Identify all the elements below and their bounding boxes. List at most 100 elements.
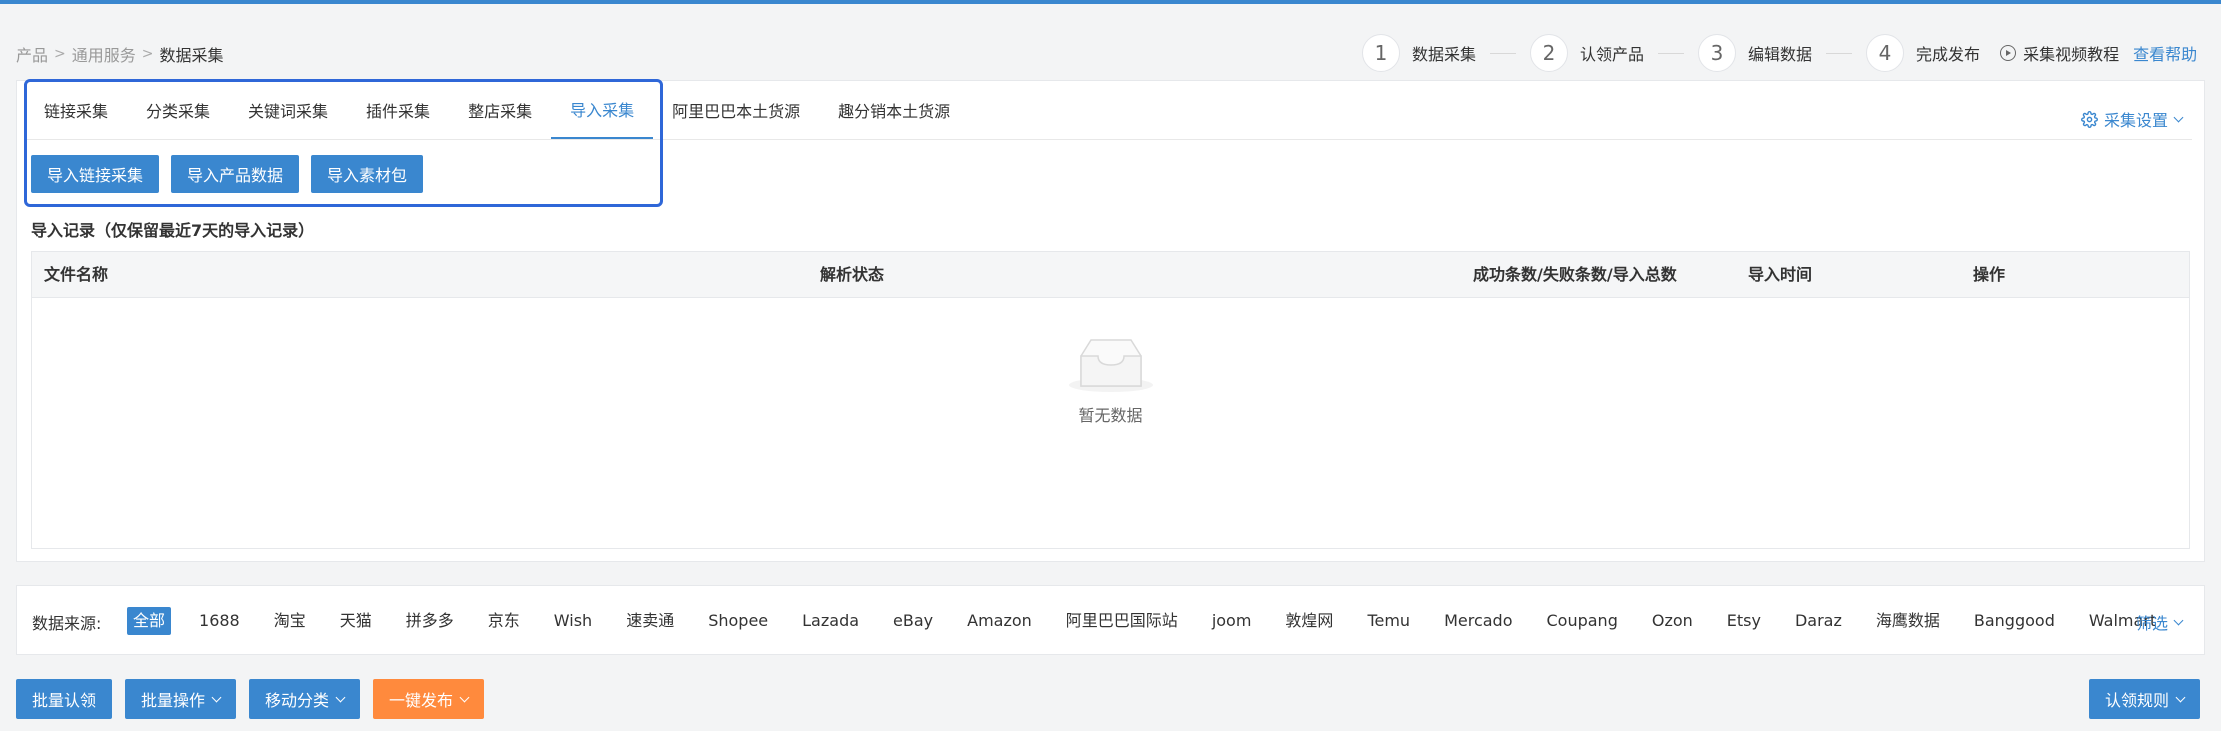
help-link[interactable]: 查看帮助 xyxy=(2133,41,2197,65)
filter-dropdown[interactable]: 筛选 xyxy=(2135,610,2184,634)
import-records-title: 导入记录（仅保留最近7天的导入记录） xyxy=(31,221,315,240)
source-1688[interactable]: 1688 xyxy=(199,607,240,635)
chevron-down-icon xyxy=(2173,615,2184,625)
collect-settings-label: 采集设置 xyxy=(2103,111,2168,130)
source-ebay[interactable]: eBay xyxy=(893,607,933,635)
collection-tabs: 链接采集 分类采集 关键词采集 插件采集 整店采集 导入采集 阿里巴巴本土货源 … xyxy=(25,81,969,139)
source-filter-label: 数据来源: xyxy=(32,614,102,633)
step-connector xyxy=(1826,52,1853,54)
empty-state: 暂无数据 xyxy=(32,334,2189,426)
breadcrumb-item-general-services[interactable]: 通用服务 xyxy=(72,42,136,66)
breadcrumb-item-products[interactable]: 产品 xyxy=(16,42,48,66)
step-number: 2 xyxy=(1530,34,1569,72)
column-header-import-time: 导入时间 xyxy=(1748,265,1813,284)
source-wish[interactable]: Wish xyxy=(554,607,592,635)
bulk-action-bar: 批量认领 批量操作 移动分类 一键发布 xyxy=(16,679,497,719)
claim-rules-wrapper: 认领规则 xyxy=(2089,679,2213,719)
batch-operations-dropdown[interactable]: 批量操作 xyxy=(125,679,237,719)
claim-rules-label: 认领规则 xyxy=(2105,691,2170,710)
step-number: 3 xyxy=(1698,34,1737,72)
source-amazon[interactable]: Amazon xyxy=(967,607,1032,635)
step-label: 数据采集 xyxy=(1412,45,1477,64)
tab-qufenxiao-local[interactable]: 趣分销本土货源 xyxy=(819,81,969,139)
tab-store-collect[interactable]: 整店采集 xyxy=(449,81,551,139)
source-joom[interactable]: joom xyxy=(1212,607,1252,635)
batch-claim-button[interactable]: 批量认领 xyxy=(16,679,113,719)
source-shopee[interactable]: Shopee xyxy=(708,607,768,635)
column-header-counts: 成功条数/失败条数/导入总数 xyxy=(1473,265,1677,284)
video-tutorial-link[interactable]: 采集视频教程 xyxy=(2000,41,2119,65)
move-category-label: 移动分类 xyxy=(265,691,330,710)
step-label: 编辑数据 xyxy=(1748,45,1813,64)
source-mercado[interactable]: Mercado xyxy=(1444,607,1512,635)
import-link-collect-button[interactable]: 导入链接采集 xyxy=(31,155,160,193)
empty-text: 暂无数据 xyxy=(1078,406,1143,425)
empty-inbox-icon xyxy=(1068,339,1153,392)
tabs-divider xyxy=(25,139,2192,140)
step-label: 认领产品 xyxy=(1580,45,1645,64)
tab-alibaba-local[interactable]: 阿里巴巴本土货源 xyxy=(653,81,819,139)
source-banggood[interactable]: Banggood xyxy=(1974,607,2055,635)
gear-icon xyxy=(2081,110,2098,128)
source-coupang[interactable]: Coupang xyxy=(1546,607,1617,635)
breadcrumb-item-data-collection: 数据采集 xyxy=(159,46,224,65)
source-etsy[interactable]: Etsy xyxy=(1727,607,1761,635)
tab-plugin-collect[interactable]: 插件采集 xyxy=(347,81,449,139)
step-connector xyxy=(1490,52,1517,54)
source-haiying-data[interactable]: 海鹰数据 xyxy=(1876,607,1940,635)
chevron-down-icon xyxy=(211,692,222,702)
source-daraz[interactable]: Daraz xyxy=(1795,607,1842,635)
chevron-down-icon xyxy=(459,692,470,702)
source-list: 全部 1688 淘宝 天猫 拼多多 京东 Wish 速卖通 Shopee Laz… xyxy=(127,607,2190,635)
import-material-pack-button[interactable]: 导入素材包 xyxy=(311,155,424,193)
step-claim: 2 认领产品 xyxy=(1530,34,1644,72)
tab-link-collect[interactable]: 链接采集 xyxy=(25,81,127,139)
tab-import-collect[interactable]: 导入采集 xyxy=(551,81,654,139)
collect-settings-dropdown[interactable]: 采集设置 xyxy=(2081,107,2184,131)
chevron-down-icon xyxy=(335,692,346,702)
step-edit: 3 编辑数据 xyxy=(1698,34,1812,72)
batch-operations-label: 批量操作 xyxy=(141,691,206,710)
step-number: 1 xyxy=(1362,34,1400,72)
tab-keyword-collect[interactable]: 关键词采集 xyxy=(229,81,347,139)
tab-category-collect[interactable]: 分类采集 xyxy=(127,81,229,139)
source-all[interactable]: 全部 xyxy=(127,607,172,635)
table-header: 文件名称 解析状态 成功条数/失败条数/导入总数 导入时间 操作 xyxy=(32,252,2189,298)
column-header-parse-status: 解析状态 xyxy=(820,265,885,284)
one-click-publish-dropdown[interactable]: 一键发布 xyxy=(373,679,485,719)
move-category-dropdown[interactable]: 移动分类 xyxy=(249,679,361,719)
step-label: 完成发布 xyxy=(1916,45,1981,64)
breadcrumb: 产品 > 通用服务 > 数据采集 xyxy=(16,42,224,66)
chevron-right-icon: > xyxy=(54,46,66,62)
step-connector xyxy=(1658,52,1685,54)
claim-rules-dropdown[interactable]: 认领规则 xyxy=(2089,679,2201,719)
column-header-file-name: 文件名称 xyxy=(44,265,109,284)
source-aliexpress[interactable]: 速卖通 xyxy=(626,607,674,635)
import-button-row: 导入链接采集 导入产品数据 导入素材包 xyxy=(31,155,435,193)
source-ozon[interactable]: Ozon xyxy=(1652,607,1693,635)
source-dhgate[interactable]: 敦煌网 xyxy=(1285,607,1333,635)
step-collect: 1 数据采集 xyxy=(1362,34,1476,72)
step-number: 4 xyxy=(1866,34,1905,72)
source-lazada[interactable]: Lazada xyxy=(802,607,859,635)
import-panel: 链接采集 分类采集 关键词采集 插件采集 整店采集 导入采集 阿里巴巴本土货源 … xyxy=(16,80,2205,562)
workflow-steps: 1 数据采集 2 认领产品 3 编辑数据 4 完成发布 采集视频教程 查看帮助 xyxy=(1362,34,2197,72)
step-publish: 4 完成发布 xyxy=(1866,34,1980,72)
batch-claim-label: 批量认领 xyxy=(32,691,97,710)
play-circle-icon xyxy=(2000,45,2017,61)
video-tutorial-label: 采集视频教程 xyxy=(2023,45,2120,64)
column-header-actions: 操作 xyxy=(1973,265,2006,284)
chevron-down-icon xyxy=(2175,692,2186,702)
source-jd[interactable]: 京东 xyxy=(488,607,520,635)
source-pinduoduo[interactable]: 拼多多 xyxy=(406,607,454,635)
source-temu[interactable]: Temu xyxy=(1367,607,1410,635)
import-product-data-button[interactable]: 导入产品数据 xyxy=(171,155,300,193)
source-taobao[interactable]: 淘宝 xyxy=(274,607,306,635)
source-alibaba-international[interactable]: 阿里巴巴国际站 xyxy=(1066,607,1178,635)
filter-label: 筛选 xyxy=(2135,614,2168,633)
chevron-down-icon xyxy=(2173,112,2184,122)
top-progress-bar xyxy=(0,0,2221,4)
import-records-table: 文件名称 解析状态 成功条数/失败条数/导入总数 导入时间 操作 暂无数据 xyxy=(31,251,2190,549)
source-tmall[interactable]: 天猫 xyxy=(340,607,372,635)
chevron-right-icon: > xyxy=(141,46,154,62)
